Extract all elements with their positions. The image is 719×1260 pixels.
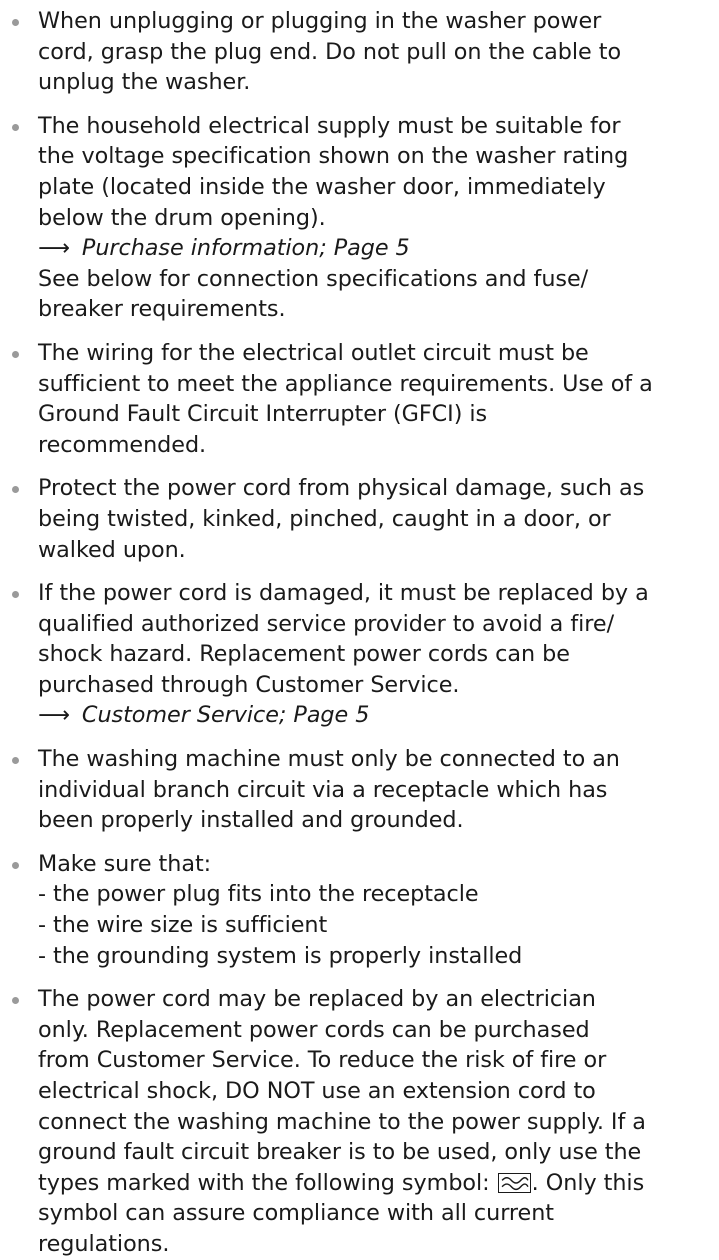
text-line: sufficient to meet the appliance require… xyxy=(38,370,653,397)
cross-reference-text: Purchase information; Page 5 xyxy=(81,235,410,262)
bullet-dot-icon xyxy=(12,486,19,494)
list-item: The power cord may be replaced by an ele… xyxy=(0,984,719,1259)
text-line: unplug the washer. xyxy=(38,69,251,96)
sub-item-line: - the wire size is sufficient xyxy=(38,912,328,939)
text-line: When unplugging or plugging in the washe… xyxy=(38,8,602,34)
bullet-dot-icon xyxy=(12,861,19,869)
bullet-dot-icon xyxy=(12,350,19,358)
text-line: See below for connection specifications … xyxy=(38,265,589,292)
sub-item-line: - the power plug fits into the receptacl… xyxy=(38,881,479,908)
text-line: The wiring for the electrical outlet cir… xyxy=(38,339,589,366)
arrow-right-icon: ⟶ xyxy=(38,235,70,262)
text-line: cord, grasp the plug end. Do not pull on… xyxy=(38,38,622,65)
document-page: When unplugging or plugging in the washe… xyxy=(0,0,719,1257)
bullet-dot-icon xyxy=(12,757,19,765)
text-line: If the power cord is damaged, it must be… xyxy=(38,580,649,607)
text-line: regulations. xyxy=(38,1230,170,1257)
text-line: from Customer Service. To reduce the ris… xyxy=(38,1047,607,1074)
list-item: The household electrical supply must be … xyxy=(0,111,719,325)
text-line: Protect the power cord from physical dam… xyxy=(38,475,645,502)
list-item: The washing machine must only be connect… xyxy=(0,744,719,836)
cross-reference-link[interactable]: ⟶ Customer Service; Page 5 xyxy=(38,700,719,731)
text-line: Make sure that: xyxy=(38,850,212,877)
text-line: the voltage specification shown on the w… xyxy=(38,143,629,170)
gfci-symbol-icon xyxy=(497,1172,531,1193)
text-line: individual branch circuit via a receptac… xyxy=(38,776,608,803)
cross-reference-link[interactable]: ⟶ Purchase information; Page 5 xyxy=(38,233,719,264)
text-line: below the drum opening). xyxy=(38,204,326,231)
bullet-dot-icon xyxy=(12,591,19,599)
list-item: Make sure that: - the power plug fits in… xyxy=(0,849,719,971)
text-line: breaker requirements. xyxy=(38,296,286,323)
text-segment: types marked with the following symbol: xyxy=(38,1169,497,1196)
text-line-with-symbol: types marked with the following symbol: … xyxy=(38,1168,719,1199)
bullet-dot-icon xyxy=(12,123,19,131)
text-line: electrical shock, DO NOT use an extensio… xyxy=(38,1078,596,1104)
text-line: The household electrical supply must be … xyxy=(38,112,621,139)
text-line: qualified authorized service provider to… xyxy=(38,610,615,637)
text-line: plate (located inside the washer door, i… xyxy=(38,173,606,200)
text-segment: . Only this xyxy=(531,1169,645,1196)
list-item: If the power cord is damaged, it must be… xyxy=(0,578,719,731)
text-line: only. Replacement power cords can be pur… xyxy=(38,1016,590,1043)
sub-item-line: - the grounding system is properly insta… xyxy=(38,942,523,969)
text-line: recommended. xyxy=(38,431,207,458)
text-line: purchased through Customer Service. xyxy=(38,671,460,698)
text-line: The power cord may be replaced by an ele… xyxy=(38,986,596,1013)
bullet-dot-icon xyxy=(12,997,19,1005)
text-line: shock hazard. Replacement power cords ca… xyxy=(38,641,570,668)
list-item: When unplugging or plugging in the washe… xyxy=(0,6,719,98)
safety-bullet-list: When unplugging or plugging in the washe… xyxy=(0,6,719,1260)
text-line: been properly installed and grounded. xyxy=(38,807,464,834)
text-line: Ground Fault Circuit Interrupter (GFCI) … xyxy=(38,401,488,428)
cross-reference-text: Customer Service; Page 5 xyxy=(81,702,370,729)
list-item: The wiring for the electrical outlet cir… xyxy=(0,338,719,460)
text-line: walked upon. xyxy=(38,536,186,563)
bullet-dot-icon xyxy=(12,19,19,26)
text-line: ground fault circuit breaker is to be us… xyxy=(38,1139,642,1166)
arrow-right-icon: ⟶ xyxy=(38,702,70,729)
list-item: Protect the power cord from physical dam… xyxy=(0,473,719,565)
text-line: The washing machine must only be connect… xyxy=(38,746,620,773)
text-line: connect the washing machine to the power… xyxy=(38,1108,646,1135)
text-line: being twisted, kinked, pinched, caught i… xyxy=(38,505,611,532)
text-line: symbol can assure compliance with all cu… xyxy=(38,1200,555,1227)
